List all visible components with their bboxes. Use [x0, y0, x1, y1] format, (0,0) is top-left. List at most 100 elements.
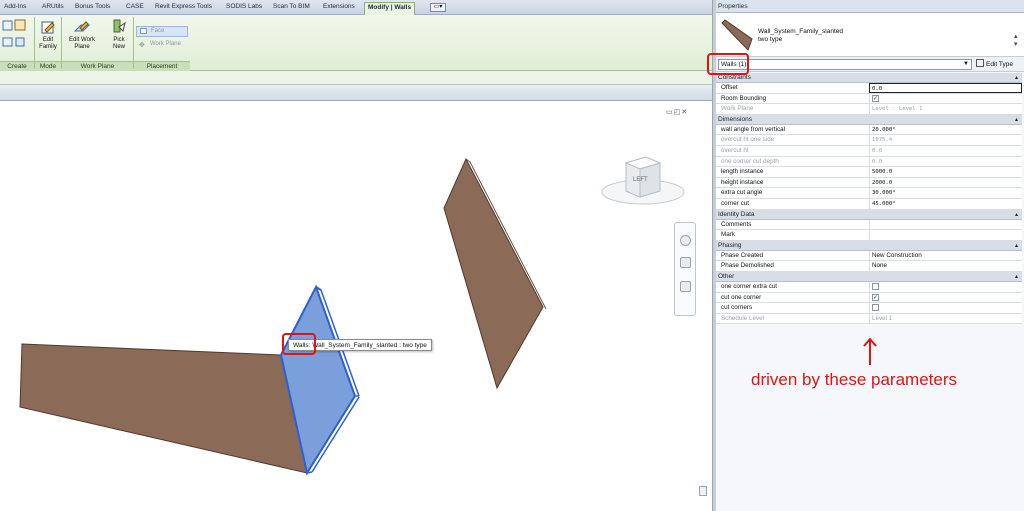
- edit-work-plane-label: Edit Work Plane: [69, 37, 95, 50]
- property-name: height instance: [721, 178, 764, 186]
- property-name: one corner cut depth: [721, 157, 779, 165]
- pick-new-button[interactable]: Pick New: [108, 19, 130, 51]
- annotation-arrow-icon: [863, 337, 877, 365]
- edit-work-plane-button[interactable]: Edit Work Plane: [63, 19, 101, 51]
- type-scroll-icon[interactable]: ▴ ▾: [1014, 32, 1018, 48]
- property-value: Level 1: [869, 313, 1022, 324]
- room-bounding-checkbox[interactable]: ✓: [872, 94, 879, 102]
- work-plane-placement-button[interactable]: ✥ Work Plane: [136, 40, 188, 51]
- orbit-icon[interactable]: [680, 281, 691, 292]
- edit-family-button[interactable]: Edit Family: [37, 19, 59, 51]
- group-label: Phasing: [718, 241, 742, 249]
- property-name: one corner extra cut: [721, 282, 778, 290]
- tab-scan-to-bim[interactable]: Scan To BIM: [273, 3, 310, 10]
- property-name: extra cut angle: [721, 189, 763, 197]
- property-name: corner cut: [721, 199, 749, 207]
- edit-type-label: Edit Type: [986, 61, 1013, 68]
- property-row-corner-cut: corner cut 45.000°: [716, 198, 1022, 210]
- group-dimensions[interactable]: Dimensions ▴: [716, 114, 1022, 125]
- type-name: Wall_System_Family_slanted two type: [758, 28, 843, 44]
- property-name: Comments: [721, 220, 752, 228]
- view-window-controls[interactable]: ▭◰✕: [666, 108, 688, 116]
- create-tools-icon[interactable]: [2, 18, 28, 58]
- navigation-bar[interactable]: [674, 222, 696, 316]
- property-value: 1075.4: [869, 135, 1022, 145]
- group-phasing[interactable]: Phasing ▴: [716, 240, 1022, 251]
- one-corner-extra-cut-checkbox[interactable]: [872, 282, 879, 290]
- panel-label-create: Create: [0, 61, 34, 71]
- tab-extensions[interactable]: Extensions: [323, 3, 355, 10]
- extra-cut-angle-field[interactable]: 30.000°: [869, 188, 1022, 198]
- phase-created-select[interactable]: New Construction: [869, 250, 1022, 261]
- corner-cut-field[interactable]: 45.000°: [869, 198, 1022, 209]
- type-name-type: two type: [758, 36, 783, 43]
- instance-filter-row: Walls (1) ▼ Edit Type: [716, 57, 1024, 72]
- collapse-icon: ▴: [1014, 75, 1018, 81]
- wall-type-thumbnail-icon: [721, 19, 753, 51]
- viewport-scroll-knob[interactable]: [699, 486, 707, 496]
- property-name: overcut ht one side: [721, 136, 775, 144]
- collapse-icon: ▴: [1014, 116, 1018, 123]
- group-constraints[interactable]: Constraints ▴: [716, 73, 1022, 83]
- height-instance-field[interactable]: 2000.0: [869, 177, 1022, 188]
- mark-field[interactable]: [869, 230, 1022, 240]
- work-plane-placement-label: Work Plane: [150, 41, 181, 47]
- tab-add-ins[interactable]: Add-Ins: [4, 3, 26, 10]
- edit-type-icon: [976, 59, 984, 67]
- pick-new-icon: [111, 19, 127, 35]
- tab-revit-express-tools[interactable]: Revit Express Tools: [155, 3, 212, 10]
- work-plane-icon: ✥: [139, 42, 145, 49]
- panel-label-placement: Placement: [134, 61, 190, 71]
- offset-field[interactable]: 0.0: [869, 83, 1022, 93]
- 3d-viewport[interactable]: LEFT ▭◰✕ Walls: Wall_System_Family_slant…: [0, 101, 712, 511]
- ribbon-options-icon[interactable]: ▭▾: [430, 3, 446, 12]
- property-row-one-corner-extra-cut: one corner extra cut: [716, 281, 1022, 293]
- property-row-length-instance: length instance 5000.0: [716, 167, 1022, 178]
- property-value: 0.0: [869, 145, 1022, 156]
- property-row-mark: Mark: [716, 230, 1022, 241]
- collapse-icon: ▴: [1014, 242, 1018, 249]
- property-row-phase-created: Phase Created New Construction: [716, 250, 1022, 262]
- property-name: Offset: [721, 84, 738, 91]
- group-label: Other: [718, 272, 735, 280]
- collapse-icon: ▴: [1014, 273, 1018, 280]
- cut-corners-checkbox[interactable]: [872, 304, 879, 312]
- properties-table: Constraints ▴ Offset 0.0 Room Bounding ✓ Wo…: [716, 73, 1022, 325]
- length-instance-field[interactable]: 5000.0: [869, 167, 1022, 177]
- edit-family-icon: [40, 19, 56, 35]
- viewcube-label: LEFT: [633, 177, 648, 183]
- tab-modify-walls[interactable]: Modify | Walls: [364, 2, 416, 15]
- revit-window: Add-Ins ARUtils Bonus Tools CASE Revit E…: [0, 0, 1024, 511]
- tab-sodis-labs[interactable]: SODIS Labs: [226, 3, 262, 10]
- property-value: Level : Level 1: [869, 104, 1022, 114]
- face-icon: [140, 28, 147, 34]
- property-name: wall angle from vertical: [721, 125, 786, 133]
- steering-wheel-icon[interactable]: [680, 235, 691, 246]
- comments-field[interactable]: [869, 219, 1022, 230]
- instance-filter-dropdown[interactable]: Walls (1) ▼: [718, 59, 972, 70]
- property-row-one-corner-cut-depth: one corner cut depth 0.0: [716, 156, 1022, 168]
- zoom-icon[interactable]: [680, 257, 691, 268]
- group-label: Dimensions: [718, 115, 752, 123]
- chevron-down-icon: ▼: [963, 61, 969, 67]
- tab-arutils[interactable]: ARUtils: [42, 3, 64, 10]
- edit-family-label: Edit Family: [39, 37, 57, 50]
- tab-bonus-tools[interactable]: Bonus Tools: [75, 3, 110, 10]
- phase-demolished-select[interactable]: None: [869, 261, 1022, 271]
- edit-type-button[interactable]: Edit Type: [976, 59, 1013, 70]
- property-name: Phase Created: [721, 251, 764, 259]
- annotation-text: driven by these parameters: [751, 370, 957, 389]
- group-identity-data[interactable]: Identity Data ▴: [716, 209, 1022, 220]
- property-row-work-plane: Work Plane Level : Level 1: [716, 104, 1022, 115]
- tab-case[interactable]: CASE: [126, 3, 144, 10]
- property-row-comments: Comments: [716, 219, 1022, 231]
- face-button[interactable]: Face: [136, 26, 188, 37]
- type-selector[interactable]: Wall_System_Family_slanted two type ▴ ▾: [716, 13, 1024, 57]
- edit-work-plane-icon: [73, 19, 91, 35]
- wall-angle-field[interactable]: 20.000°: [869, 124, 1022, 135]
- ribbon-tab-bar: Add-Ins ARUtils Bonus Tools CASE Revit E…: [0, 0, 712, 15]
- collapse-icon: ▴: [1014, 211, 1018, 218]
- cut-one-corner-checkbox[interactable]: ✓: [872, 293, 879, 301]
- property-row-cut-corners: cut corners: [716, 303, 1022, 314]
- group-other[interactable]: Other ▴: [716, 271, 1022, 282]
